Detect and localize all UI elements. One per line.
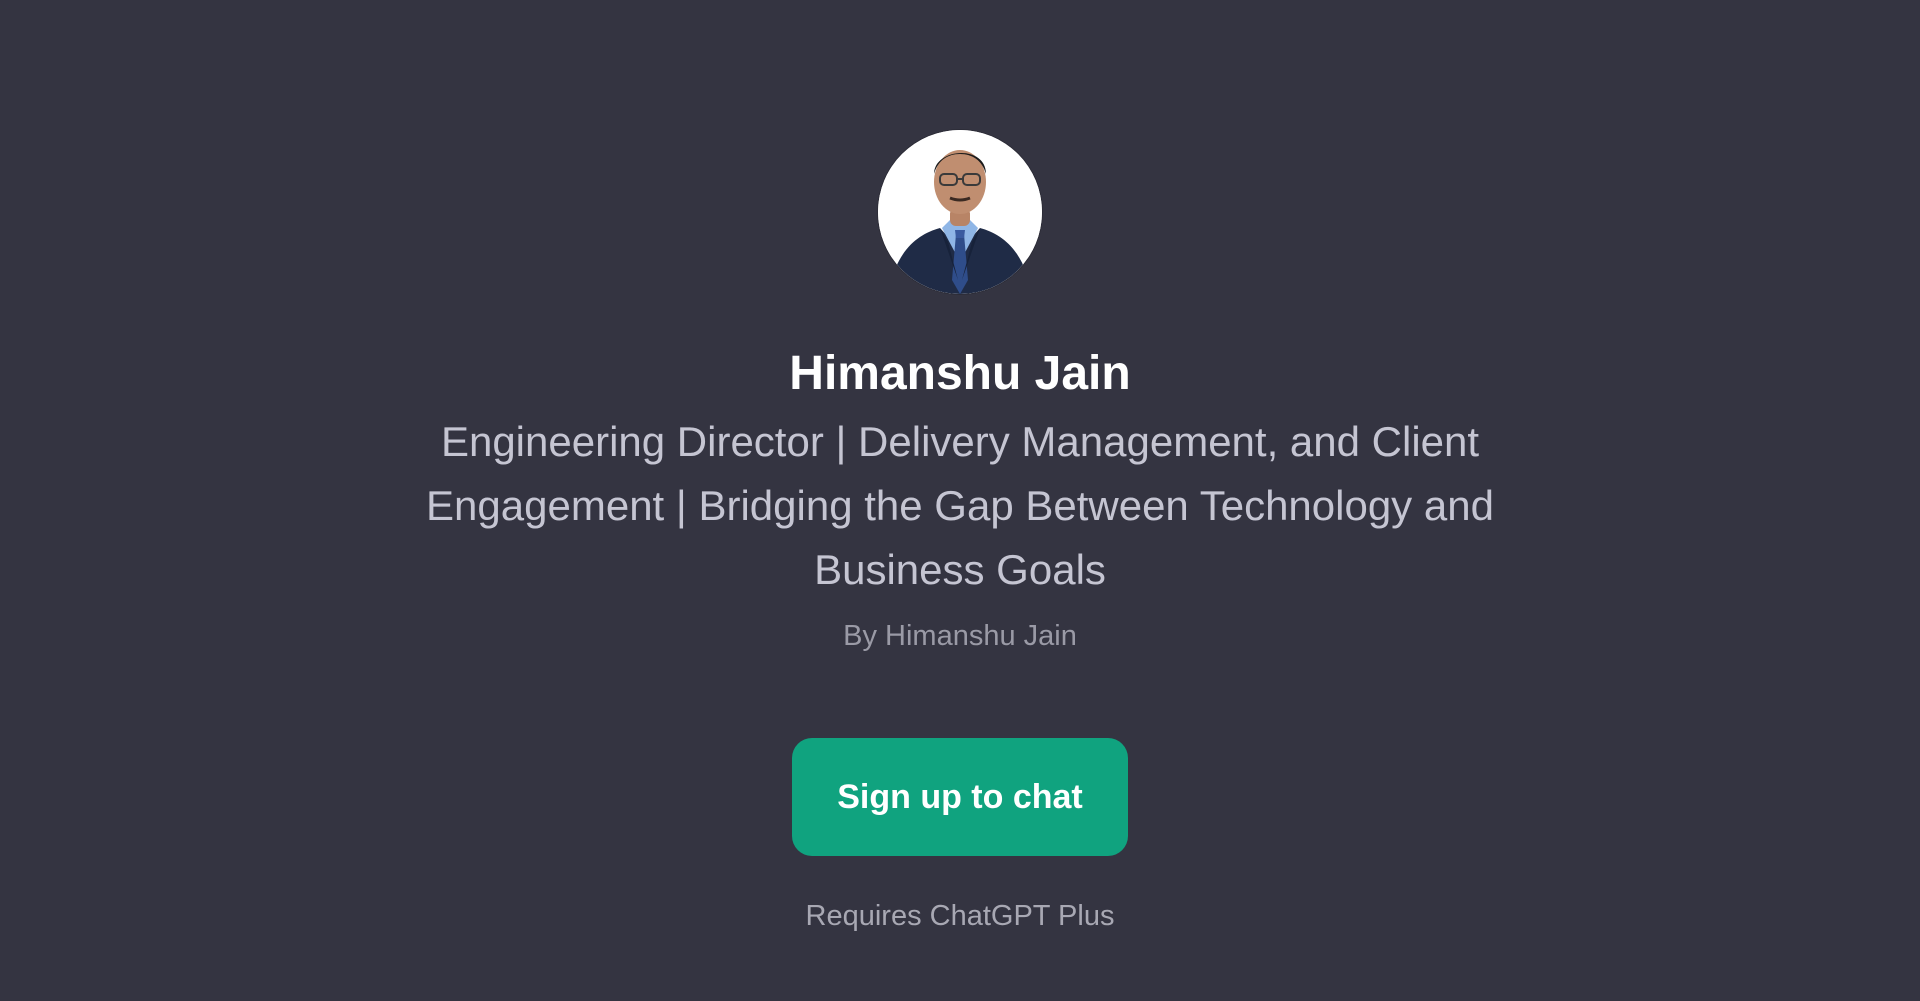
gpt-landing-page: Himanshu Jain Engineering Director | Del… [0, 0, 1920, 1001]
profile-photo [878, 130, 1042, 294]
requires-plus-note: Requires ChatGPT Plus [805, 900, 1115, 932]
sign-up-to-chat-button[interactable]: Sign up to chat [792, 738, 1128, 856]
profile-avatar [878, 130, 1042, 294]
gpt-author: By Himanshu Jain [843, 620, 1077, 652]
gpt-title: Himanshu Jain [789, 347, 1131, 400]
gpt-description: Engineering Director | Delivery Manageme… [426, 418, 1494, 593]
